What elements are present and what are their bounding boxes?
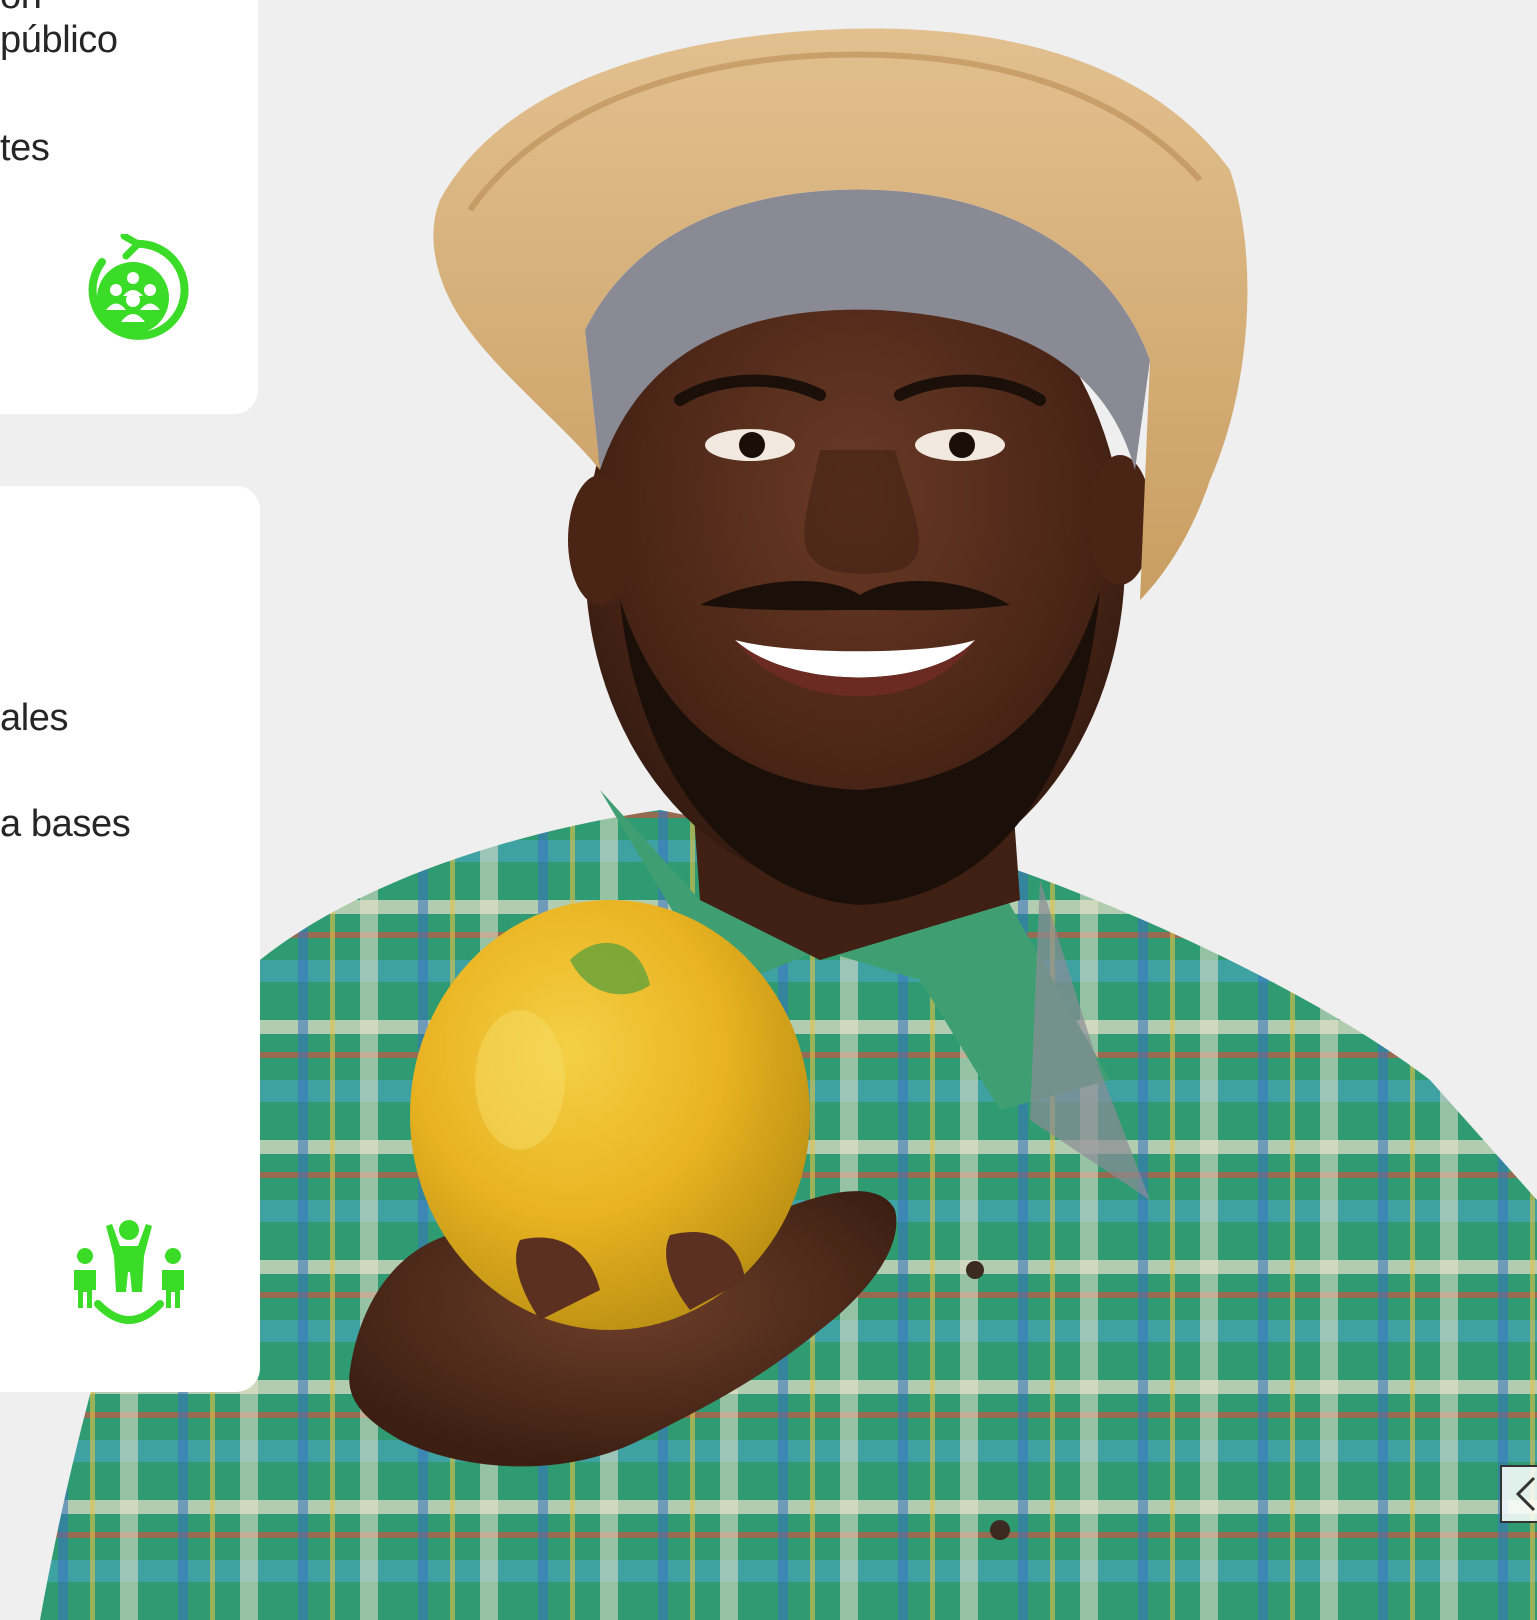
card-2-line-3: a bases [0, 803, 131, 845]
carousel-prev-button[interactable] [1500, 1465, 1537, 1523]
card-2-line-1: ales [0, 697, 69, 739]
info-card-1: ón público tes [0, 0, 258, 414]
page-stage: ón público tes ales [0, 0, 1537, 1620]
card-1-line-4: tes [0, 127, 50, 169]
card-1-line-2: público [0, 19, 118, 61]
chevron-left-icon [1515, 1476, 1536, 1512]
info-card-2: ales a bases [0, 486, 260, 1392]
group-support-icon [68, 1216, 190, 1336]
community-cycle-icon [76, 234, 190, 350]
